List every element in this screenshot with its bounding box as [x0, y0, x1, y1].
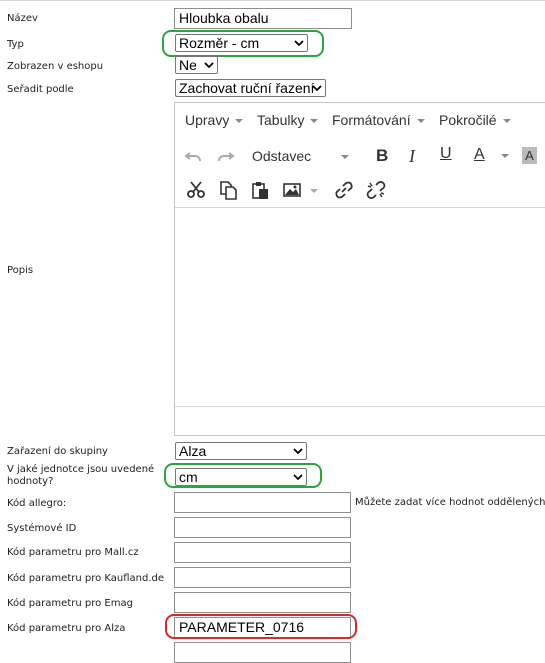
caret-down-icon[interactable]: [310, 189, 318, 193]
background-color-button[interactable]: A: [522, 147, 537, 164]
mall-input[interactable]: [174, 542, 351, 563]
menu-tabulky[interactable]: Tabulky: [257, 112, 319, 128]
chevron-down-icon: [293, 448, 303, 455]
alza-highlight-oval: [165, 614, 357, 639]
unlink-icon[interactable]: [366, 180, 386, 200]
emag-input[interactable]: [174, 592, 351, 613]
next-input[interactable]: [174, 642, 351, 663]
seradit-label: Seřadit podle: [7, 84, 74, 95]
allegro-label: Kód allegro:: [7, 498, 67, 509]
alza-label: Kód parametru pro Alza: [7, 623, 126, 634]
editor-content-area[interactable]: [175, 207, 545, 407]
emag-label: Kód parametru pro Emag: [7, 598, 133, 609]
caret-down-icon: [310, 119, 319, 124]
zarazeni-label: Zařazení do skupiny: [7, 446, 108, 457]
allegro-input[interactable]: [174, 492, 351, 513]
format-select[interactable]: Odstavec: [252, 148, 350, 164]
nazev-input[interactable]: Hloubka obalu: [174, 8, 352, 29]
typ-label: Typ: [7, 39, 24, 50]
allegro-hint: Můžete zadat více hodnot oddělených: [355, 497, 545, 508]
menu-upravy-label: Upravy: [185, 112, 230, 128]
copy-icon[interactable]: [218, 180, 238, 200]
image-icon[interactable]: [282, 180, 302, 200]
kaufland-label: Kód parametru pro Kaufland.de: [7, 573, 165, 584]
jednotky-label: V jaké jednotce jsou uvedené hodnoty?: [7, 464, 155, 487]
typ-highlight-oval: [162, 30, 324, 57]
jednotky-highlight-oval: [164, 463, 322, 488]
popis-label: Popis: [7, 265, 34, 276]
link-icon[interactable]: [334, 180, 354, 200]
chevron-down-icon: [204, 62, 214, 69]
zobrazen-select[interactable]: Ne: [175, 56, 218, 74]
systemove-id-label: Systémové ID: [7, 523, 77, 534]
systemove-id-input[interactable]: [174, 517, 351, 538]
zobrazen-label: Zobrazen v eshopu: [7, 61, 104, 72]
caret-down-icon: [341, 155, 350, 160]
menu-formatovani[interactable]: Formátování: [332, 112, 425, 128]
caret-down-icon: [502, 119, 511, 124]
rich-text-editor: Upravy Tabulky Formátování Pokročilé Ods…: [174, 102, 545, 436]
menu-tabulky-label: Tabulky: [257, 112, 305, 128]
undo-icon[interactable]: [184, 146, 204, 166]
menu-upravy[interactable]: Upravy: [185, 112, 244, 128]
cut-icon[interactable]: [186, 180, 206, 200]
seradit-select[interactable]: Zachovat ruční řazení: [175, 79, 326, 97]
zobrazen-select-value: Ne: [179, 57, 197, 73]
zarazeni-select[interactable]: Alza: [175, 442, 307, 460]
italic-button[interactable]: I: [409, 146, 415, 167]
menu-formatovani-label: Formátování: [332, 112, 411, 128]
redo-icon[interactable]: [215, 146, 235, 166]
paste-icon[interactable]: [250, 180, 270, 200]
top-border: [0, 0, 545, 1]
font-color-button[interactable]: A: [474, 146, 485, 164]
nazev-label: Název: [7, 13, 38, 24]
underline-button[interactable]: U: [440, 145, 452, 163]
format-select-value: Odstavec: [252, 148, 312, 164]
kaufland-input[interactable]: [174, 567, 351, 588]
caret-down-icon: [235, 119, 244, 124]
menu-pokrocile[interactable]: Pokročilé: [439, 112, 511, 128]
caret-down-icon[interactable]: [501, 154, 509, 158]
editor-menubar: Upravy Tabulky Formátování Pokročilé: [175, 103, 545, 137]
mall-label: Kód parametru pro Mall.cz: [7, 547, 139, 558]
menu-pokrocile-label: Pokročilé: [439, 112, 497, 128]
caret-down-icon: [416, 119, 425, 124]
zarazeni-select-value: Alza: [179, 443, 207, 459]
bold-button[interactable]: B: [376, 146, 388, 166]
editor-statusbar: [175, 406, 545, 435]
seradit-select-value: Zachovat ruční řazení: [179, 80, 315, 96]
chevron-down-icon: [312, 85, 322, 92]
